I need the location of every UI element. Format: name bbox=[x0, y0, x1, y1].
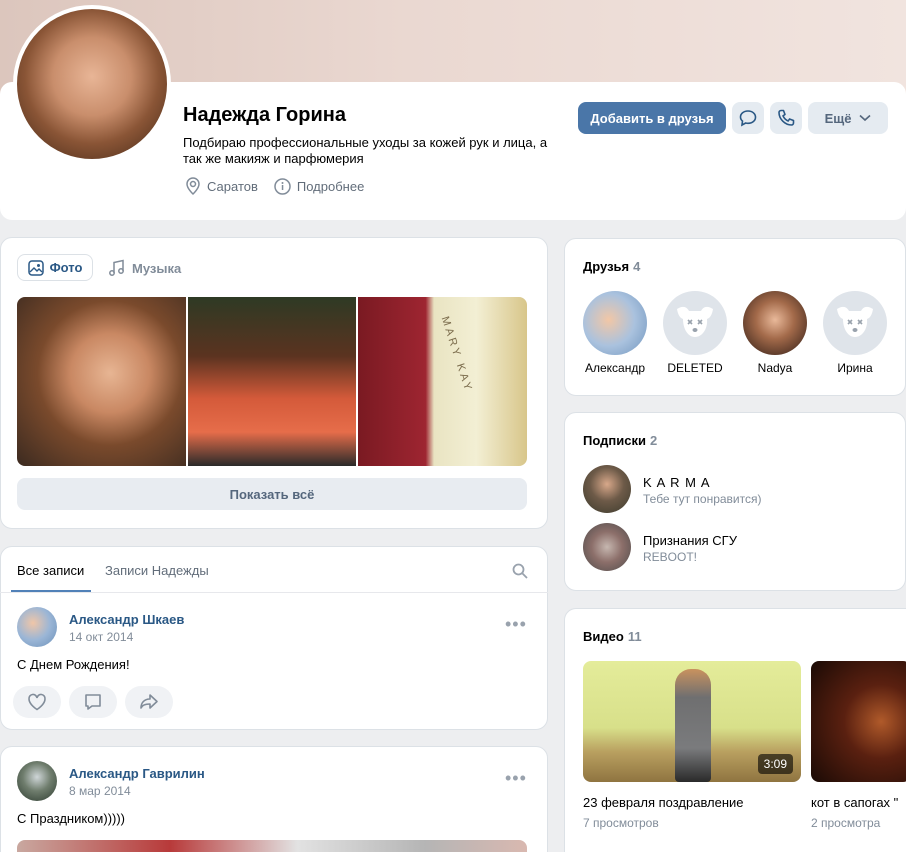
tab-owner-posts[interactable]: Записи Надежды bbox=[105, 563, 209, 578]
friend-item[interactable]: Nadya bbox=[743, 291, 807, 375]
phone-icon bbox=[778, 109, 795, 126]
videos-count: 11 bbox=[627, 629, 642, 644]
video-title[interactable]: 23 февраля поздравление bbox=[583, 795, 744, 810]
post-author[interactable]: Александр Шкаев bbox=[69, 612, 184, 627]
video-views: 2 просмотра bbox=[811, 816, 881, 830]
video-duration: 3:09 bbox=[757, 754, 793, 774]
friends-count: 4 bbox=[633, 259, 641, 274]
more-label: Ещё bbox=[824, 110, 852, 126]
avatar bbox=[743, 291, 807, 355]
friend-item[interactable]: DELETED bbox=[663, 291, 727, 375]
tab-photo[interactable]: Фото bbox=[17, 254, 93, 281]
post-date[interactable]: 14 окт 2014 bbox=[69, 630, 133, 644]
message-button[interactable] bbox=[732, 102, 764, 134]
chevron-down-icon bbox=[859, 114, 871, 122]
message-icon bbox=[739, 110, 757, 127]
subscription-name[interactable]: Признания СГУ bbox=[643, 533, 737, 548]
music-icon bbox=[109, 259, 124, 276]
tab-photo-label: Фото bbox=[49, 260, 83, 275]
post-card bbox=[0, 746, 548, 852]
info-icon bbox=[274, 177, 291, 195]
profile-avatar[interactable] bbox=[13, 5, 171, 163]
profile-meta: Саратов Подробнее bbox=[185, 177, 364, 195]
avatar[interactable] bbox=[583, 523, 631, 571]
post-date[interactable]: 8 мар 2014 bbox=[69, 784, 131, 798]
avatar[interactable] bbox=[583, 465, 631, 513]
tab-all-posts[interactable]: Все записи bbox=[17, 563, 84, 578]
deleted-dog-icon bbox=[837, 306, 873, 337]
friend-name: Nadya bbox=[757, 361, 793, 375]
friend-name: Ирина bbox=[837, 361, 873, 375]
search-icon[interactable] bbox=[512, 563, 528, 579]
videos-title[interactable]: Видео 11 bbox=[583, 629, 642, 644]
photo-thumb-1[interactable] bbox=[17, 297, 186, 466]
deleted-dog-icon bbox=[677, 306, 713, 337]
avatar bbox=[583, 291, 647, 355]
friend-name: Александр bbox=[584, 361, 646, 375]
call-button[interactable] bbox=[770, 102, 802, 134]
video-views: 7 просмотров bbox=[583, 816, 659, 830]
show-all-button[interactable]: Показать всё bbox=[17, 478, 527, 510]
tab-music[interactable]: Музыка bbox=[108, 259, 181, 277]
share-button[interactable] bbox=[125, 686, 173, 718]
location-icon bbox=[186, 177, 200, 195]
friend-item[interactable]: Александр bbox=[583, 291, 647, 375]
deleted-avatar bbox=[663, 291, 727, 355]
profile-status: Подбираю профессиональные уходы за кожей… bbox=[183, 135, 548, 166]
subscriptions-title-label: Подписки bbox=[583, 433, 646, 448]
comment-button[interactable] bbox=[69, 686, 117, 718]
friend-item[interactable]: Ирина bbox=[823, 291, 887, 375]
profile-name: Надежда Горина bbox=[183, 104, 346, 126]
subscriptions-count: 2 bbox=[649, 433, 658, 448]
post-text: С Днем Рождения! bbox=[17, 657, 130, 672]
comment-icon bbox=[85, 694, 101, 710]
video-title[interactable]: кот в сапогах " bbox=[811, 795, 898, 810]
photo-thumb-2[interactable] bbox=[188, 297, 356, 466]
deleted-avatar bbox=[823, 291, 887, 355]
subscription-desc: Тебе тут понравится) bbox=[643, 492, 762, 506]
subscriptions-title[interactable]: Подписки 2 bbox=[583, 433, 657, 448]
profile-details-link[interactable]: Подробнее bbox=[297, 179, 364, 194]
video-person bbox=[675, 669, 711, 782]
post-menu-icon[interactable]: ••• bbox=[505, 768, 527, 789]
tab-music-label: Музыка bbox=[132, 260, 182, 276]
wall-divider bbox=[0, 592, 548, 593]
profile-city: Саратов bbox=[207, 178, 258, 194]
subscription-name[interactable]: K A R M A bbox=[643, 475, 711, 490]
photo-thumb-3[interactable]: MARY KAY bbox=[358, 297, 527, 466]
photo-icon bbox=[27, 259, 44, 276]
like-button[interactable] bbox=[13, 686, 61, 718]
avatar[interactable] bbox=[17, 761, 57, 801]
friend-name: DELETED bbox=[667, 361, 723, 375]
post-menu-icon[interactable]: ••• bbox=[505, 614, 527, 635]
subscription-desc: REBOOT! bbox=[643, 550, 698, 564]
video-thumb[interactable] bbox=[811, 661, 906, 782]
avatar[interactable] bbox=[17, 607, 57, 647]
post-author[interactable]: Александр Гаврилин bbox=[69, 766, 205, 781]
post-image[interactable] bbox=[17, 840, 527, 852]
share-icon bbox=[140, 694, 158, 709]
add-friend-button[interactable]: Добавить в друзья bbox=[578, 102, 726, 134]
more-button[interactable]: Ещё bbox=[808, 102, 888, 134]
videos-title-label: Видео bbox=[583, 629, 624, 644]
heart-icon bbox=[28, 693, 46, 711]
photo-brand-text: MARY KAY bbox=[438, 315, 475, 395]
post-text: С Праздником))))) bbox=[17, 811, 126, 826]
friends-title-label: Друзья bbox=[583, 259, 630, 274]
friends-title[interactable]: Друзья 4 bbox=[583, 259, 640, 274]
video-thumb[interactable]: 3:09 bbox=[583, 661, 801, 782]
